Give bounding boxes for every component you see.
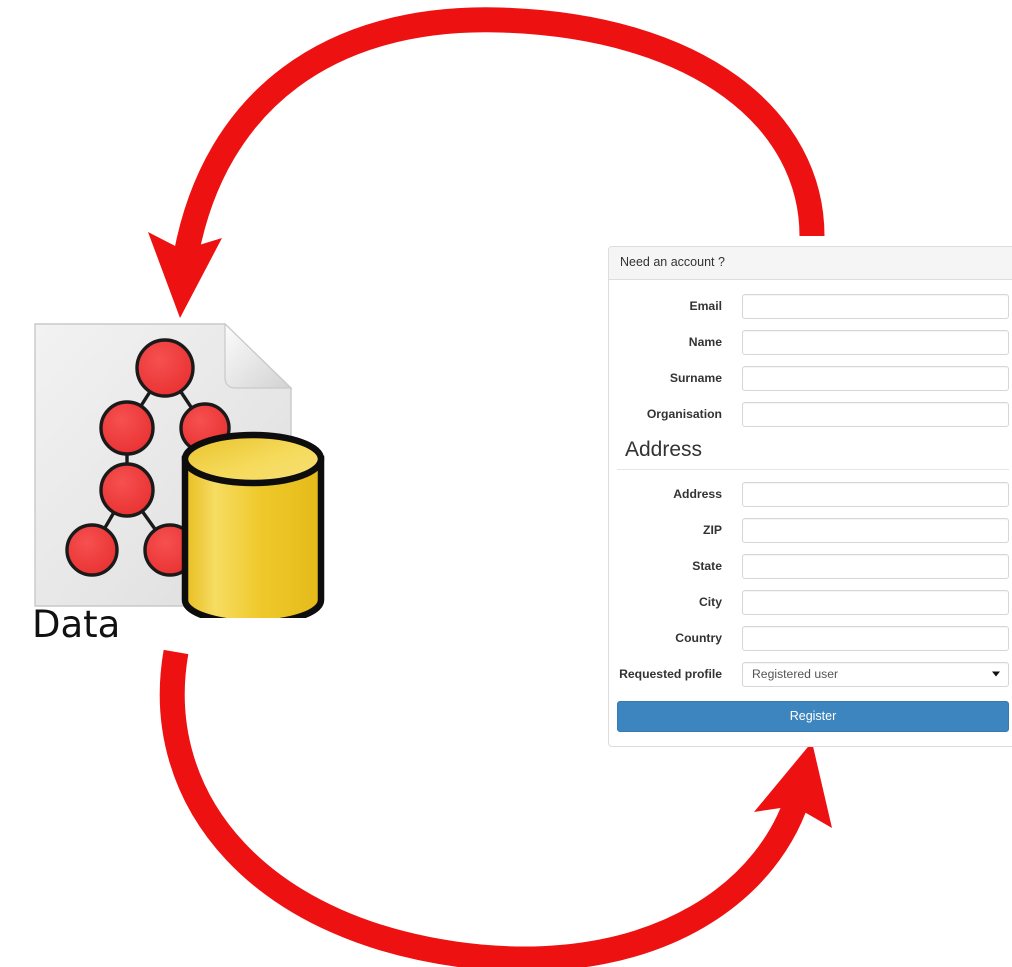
label-zip: ZIP — [703, 522, 722, 537]
form-row-requested-profile: Requested profile Registered user — [617, 661, 1009, 687]
form-row-organisation: Organisation — [617, 401, 1009, 427]
tree-node-left-1 — [99, 400, 155, 456]
data-label: Data — [32, 603, 121, 646]
email-field[interactable] — [742, 293, 1009, 319]
label-address: Address — [673, 486, 722, 501]
requested-profile-select[interactable]: Registered user — [742, 661, 1009, 687]
form-row-email: Email — [617, 293, 1009, 319]
surname-field[interactable] — [742, 365, 1009, 391]
chevron-down-icon — [992, 671, 1000, 677]
form-row-name: Name — [617, 329, 1009, 355]
data-icon — [34, 322, 325, 618]
label-city: City — [698, 594, 722, 609]
address-section-legend: Address — [617, 438, 1009, 470]
country-field[interactable] — [742, 625, 1009, 651]
registration-form: Email Name Surname Organisation Address … — [609, 280, 1012, 747]
label-surname: Surname — [669, 370, 722, 385]
label-name: Name — [688, 334, 722, 349]
label-state: State — [692, 558, 722, 573]
data-store-icon-group: Data — [30, 318, 330, 653]
requested-profile-value[interactable]: Registered user — [742, 661, 1009, 687]
tree-node-left-2 — [99, 462, 155, 518]
city-field[interactable] — [742, 589, 1009, 615]
label-organisation: Organisation — [646, 406, 722, 421]
tree-node-root — [135, 338, 195, 398]
label-country: Country — [675, 630, 722, 645]
form-row-surname: Surname — [617, 365, 1009, 391]
form-row-country: Country — [617, 625, 1009, 651]
label-requested-profile: Requested profile — [619, 666, 722, 681]
database-cylinder-icon — [181, 431, 325, 618]
label-email: Email — [689, 298, 722, 313]
panel-title: Need an account ? — [609, 247, 1012, 280]
form-row-city: City — [617, 589, 1009, 615]
address-field[interactable] — [742, 481, 1009, 507]
form-row-address: Address — [617, 481, 1009, 507]
state-field[interactable] — [742, 553, 1009, 579]
name-field[interactable] — [742, 329, 1009, 355]
registration-panel: Need an account ? Email Name Surname Org… — [608, 246, 1012, 748]
organisation-field[interactable] — [742, 401, 1009, 427]
form-row-state: State — [617, 553, 1009, 579]
register-button[interactable]: Register — [617, 700, 1009, 733]
form-row-zip: ZIP — [617, 517, 1009, 543]
tree-node-leaf-1 — [65, 523, 119, 577]
zip-field[interactable] — [742, 517, 1009, 543]
